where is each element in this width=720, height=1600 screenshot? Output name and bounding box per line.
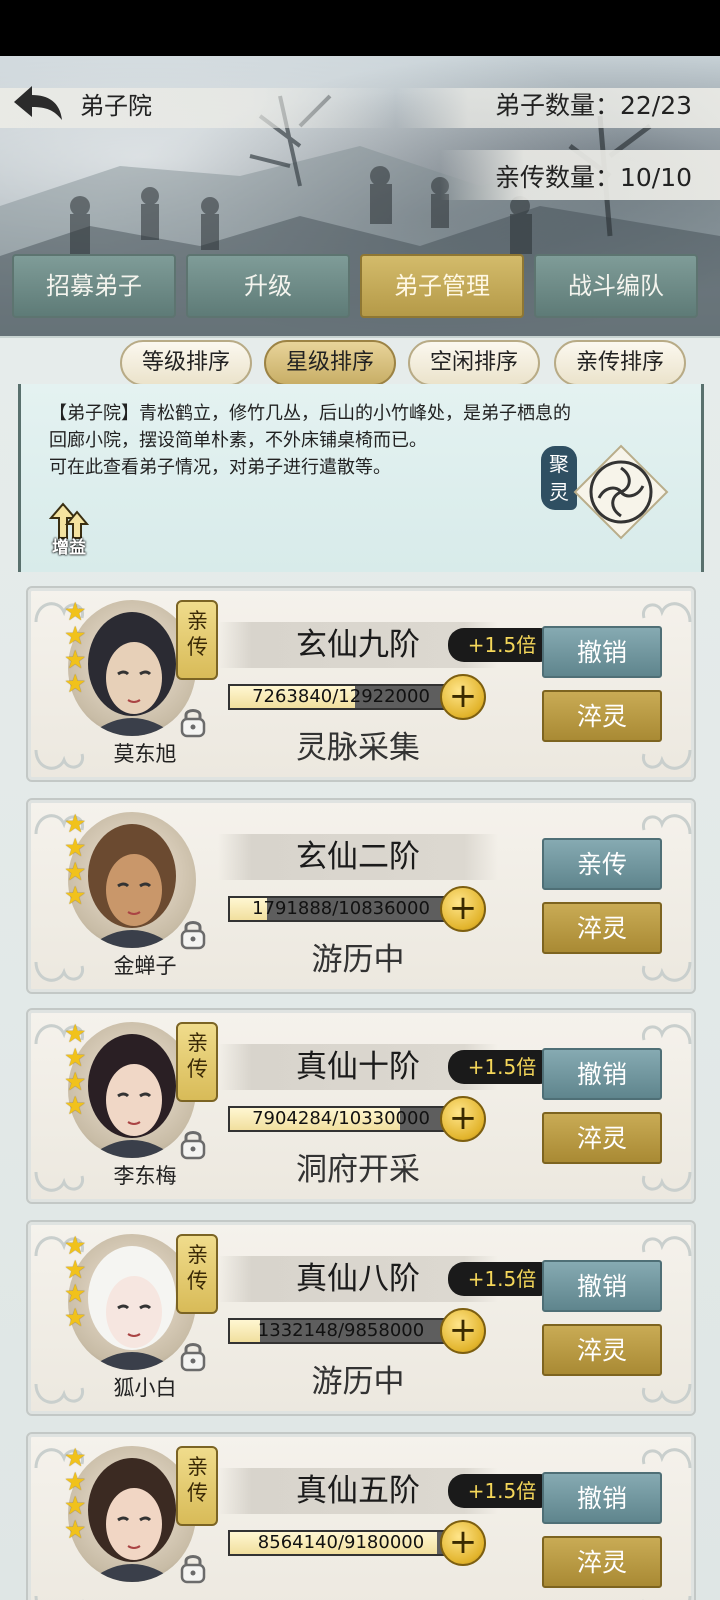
experience-text: 7904284/10330000 (252, 1108, 430, 1129)
star-icon: ★ (64, 881, 87, 910)
disciple-name: 金蝉子 (113, 954, 177, 978)
lock-icon[interactable] (178, 706, 208, 738)
sort-buttons: 等级排序 星级排序 空闲排序 亲传排序 (120, 340, 700, 386)
lock-icon[interactable] (178, 1340, 208, 1372)
page-title: 弟子院 (80, 92, 152, 120)
description-scroll: 【弟子院】青松鹤立，修竹几丛，后山的小竹峰处，是弟子栖息的 回廊小院，摆设简单朴… (18, 384, 704, 572)
sort-by-level-button[interactable]: 等级排序 (120, 340, 252, 386)
badge-text: 亲传 (187, 1455, 208, 1505)
inner-disciple-count: 亲传数量：10/10 (494, 163, 692, 192)
refine-spirit-button[interactable]: 淬灵 (542, 690, 662, 742)
gather-spirit-button[interactable]: 聚灵 (541, 440, 671, 550)
tab-battle-formation[interactable]: 战斗编队 (534, 254, 698, 318)
add-experience-button[interactable]: + (440, 1308, 486, 1354)
revoke-button[interactable]: 撤销 (542, 626, 662, 678)
star-rating: ★ ★ ★ ★ (64, 811, 92, 910)
bonus-multiplier: +1.5倍 (448, 628, 556, 662)
lock-icon[interactable] (178, 918, 208, 950)
star-icon: ★ (64, 669, 87, 698)
star-icon: ★ (64, 1515, 87, 1544)
make-inner-disciple-button[interactable]: 亲传 (542, 838, 662, 890)
disciple-card: ★ ★ ★ ★ 李东梅 亲传 真仙十阶 +1.5倍 7904284/10330000 + 洞府开采撤… (26, 1008, 696, 1204)
star-rating: ★ ★ ★ ★ (64, 1021, 92, 1120)
add-experience-button[interactable]: + (440, 1520, 486, 1566)
revoke-button[interactable]: 撤销 (542, 1472, 662, 1524)
star-rating: ★ ★ ★ ★ (64, 1233, 92, 1332)
status-bar (0, 0, 720, 56)
experience-bar: 1332148/9858000 (228, 1318, 454, 1344)
main-tabs: 招募弟子 升级 弟子管理 战斗编队 (12, 254, 708, 318)
disciple-activity: 灵脉采集 (296, 730, 420, 766)
disciple-name: 狐小白 (113, 1376, 177, 1400)
disciple-card: ★ ★ ★ ★ 金蝉子 玄仙二阶 1791888/10836000 + 游历中 亲传淬灵 (26, 798, 696, 994)
badge-text: 亲传 (187, 609, 208, 659)
bonus-multiplier: +1.5倍 (448, 1050, 556, 1084)
star-rating: ★ ★ ★ ★ (64, 599, 92, 698)
disciple-activity: 洞府开采 (296, 1152, 420, 1188)
lock-icon[interactable] (178, 1128, 208, 1160)
bonus-multiplier: +1.5倍 (448, 1474, 556, 1508)
back-button[interactable] (10, 82, 66, 126)
disciple-count: 弟子数量：22/23 (494, 91, 692, 120)
add-experience-button[interactable]: + (440, 1096, 486, 1142)
disciple-card: ★ ★ ★ ★ 莫东旭 亲传 玄仙九阶 +1.5倍 7263840/12922000 + 灵脉采集撤… (26, 586, 696, 782)
refine-spirit-button[interactable]: 淬灵 (542, 902, 662, 954)
inner-disciple-badge: 亲传 (176, 600, 218, 680)
disciple-activity: 游历中 (311, 942, 405, 978)
back-arrow-icon (14, 86, 62, 120)
lock-icon[interactable] (178, 1552, 208, 1584)
cultivation-rank: 玄仙二阶 (218, 834, 498, 880)
refine-spirit-button[interactable]: 淬灵 (542, 1536, 662, 1588)
star-icon: ★ (64, 1303, 87, 1332)
buff-label: 增益 (52, 538, 86, 558)
disciple-name: 李东梅 (113, 1164, 177, 1188)
disciple-name: 莫东旭 (113, 742, 177, 766)
badge-text: 亲传 (187, 1243, 208, 1293)
buff-button[interactable]: 增益 (43, 502, 95, 558)
experience-text: 7263840/12922000 (252, 686, 430, 707)
experience-text: 1791888/10836000 (252, 898, 430, 919)
add-experience-button[interactable]: + (440, 886, 486, 932)
experience-bar: 7263840/12922000 (228, 684, 454, 710)
sort-by-star-button[interactable]: 星级排序 (264, 340, 396, 386)
tab-recruit[interactable]: 招募弟子 (12, 254, 176, 318)
disciple-card: ★ ★ ★ ★ 狐小白 亲传 真仙八阶 +1.5倍 1332148/9858000 + 游历中 撤销淬… (26, 1220, 696, 1416)
badge-text: 亲传 (187, 1031, 208, 1081)
refine-spirit-button[interactable]: 淬灵 (542, 1324, 662, 1376)
inner-disciple-badge: 亲传 (176, 1022, 218, 1102)
experience-bar: 1791888/10836000 (228, 896, 454, 922)
tab-upgrade[interactable]: 升级 (186, 254, 350, 318)
sort-by-inner-button[interactable]: 亲传排序 (554, 340, 686, 386)
sort-by-idle-button[interactable]: 空闲排序 (408, 340, 540, 386)
disciple-card: ★ ★ ★ ★ 亲传 真仙五阶 +1.5倍 8564140/9180000 + 撤销 淬灵 (26, 1432, 696, 1600)
experience-bar: 7904284/10330000 (228, 1106, 454, 1132)
spirit-swirl-icon (573, 444, 669, 540)
star-rating: ★ ★ ★ ★ (64, 1445, 92, 1544)
description-line: 【弟子院】青松鹤立，修竹几丛，后山的小竹峰处，是弟子栖息的 (49, 403, 571, 424)
disciple-activity: 游历中 (311, 1364, 405, 1400)
refine-spirit-button[interactable]: 淬灵 (542, 1112, 662, 1164)
experience-text: 1332148/9858000 (257, 1320, 425, 1341)
experience-text: 8564140/9180000 (257, 1532, 425, 1553)
bonus-multiplier: +1.5倍 (448, 1262, 556, 1296)
tab-disciple-management[interactable]: 弟子管理 (360, 254, 524, 318)
revoke-button[interactable]: 撤销 (542, 1260, 662, 1312)
inner-disciple-badge: 亲传 (176, 1446, 218, 1526)
revoke-button[interactable]: 撤销 (542, 1048, 662, 1100)
experience-bar: 8564140/9180000 (228, 1530, 454, 1556)
inner-disciple-badge: 亲传 (176, 1234, 218, 1314)
star-icon: ★ (64, 1091, 87, 1120)
add-experience-button[interactable]: + (440, 674, 486, 720)
